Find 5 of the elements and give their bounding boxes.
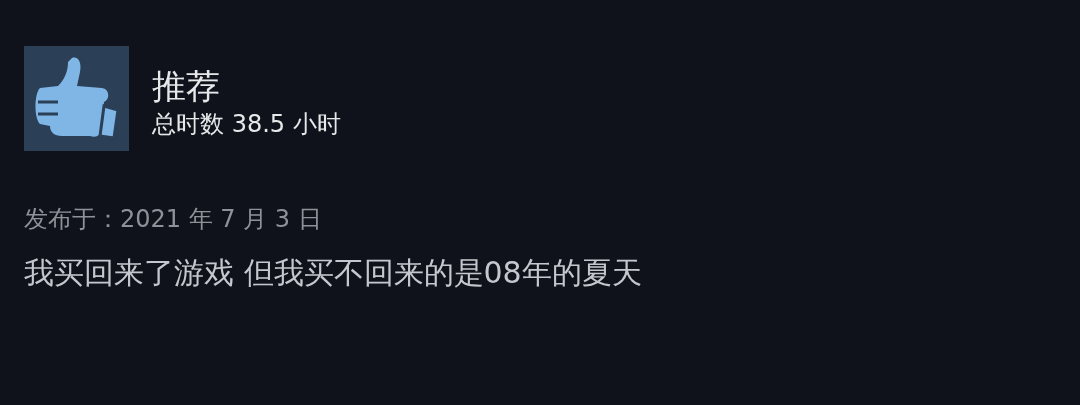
review-text: 我买回来了游戏 但我买不回来的是08年的夏天 <box>24 254 643 292</box>
post-date: 发布于：2021 年 7 月 3 日 <box>24 204 323 235</box>
thumbs-up-icon <box>24 46 129 151</box>
playtime: 总时数 38.5 小时 <box>152 109 341 140</box>
review-verdict: 推荐 <box>152 65 221 108</box>
